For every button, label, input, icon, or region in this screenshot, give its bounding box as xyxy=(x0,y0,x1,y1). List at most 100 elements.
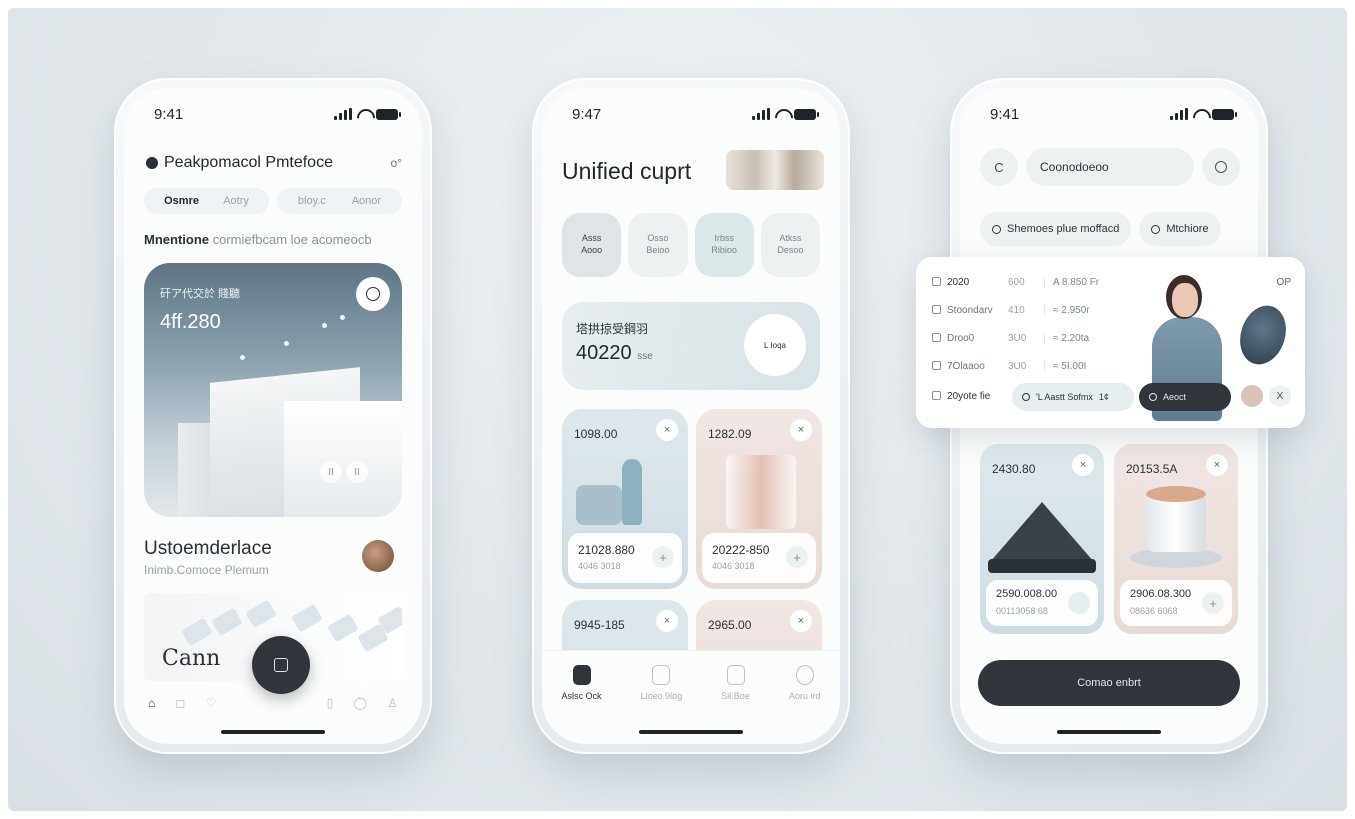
status-bar: 9:47 xyxy=(566,106,819,126)
header-image[interactable] xyxy=(726,150,824,190)
status-time: 9:41 xyxy=(154,106,184,123)
pause-icon[interactable]: II xyxy=(346,461,368,483)
heart-icon xyxy=(795,665,814,685)
card-value: 1282.09 xyxy=(708,427,752,441)
card-value: 1098.00 xyxy=(574,427,618,441)
overlay-corner-label: OP xyxy=(1276,277,1291,288)
gallery-tile xyxy=(327,613,359,643)
tab-osmre[interactable]: Osmre xyxy=(164,195,199,207)
home-icon[interactable]: ⌂ xyxy=(148,696,155,710)
search-icon xyxy=(1215,161,1227,173)
banner-label: 塔拱掠受鋼羽 xyxy=(576,322,649,336)
nav-item-profile[interactable]: Aoru ird xyxy=(788,665,821,744)
close-icon[interactable]: × xyxy=(1072,454,1094,476)
section-title: Ustoemderlace xyxy=(144,538,272,559)
pill-label: 'L Aastt Sofmx xyxy=(1036,392,1093,402)
status-bar: 9:41 xyxy=(148,106,401,126)
bookmark-icon xyxy=(726,665,745,685)
product-card[interactable]: 2430.80 × 2590.008.00 00113058 68 xyxy=(980,444,1104,634)
category-item[interactable]: Irbss Ribioo xyxy=(694,213,754,277)
add-icon[interactable]: + xyxy=(652,546,674,568)
hero-label: 矸ア代交於 賤聽 xyxy=(160,288,241,300)
chip-filter[interactable]: Shemoes plue moffacd xyxy=(980,212,1132,246)
chip-filter[interactable]: Mtchiore xyxy=(1139,212,1221,246)
card-price: 2590.008.00 xyxy=(996,588,1058,600)
card-footer: 2590.008.00 00113058 68 xyxy=(986,580,1098,626)
gallery-tile xyxy=(291,603,323,633)
close-icon[interactable]: × xyxy=(1206,454,1228,476)
fab-button[interactable] xyxy=(252,636,310,694)
tab-pair-2: bloy.c Aonor xyxy=(277,188,402,214)
back-button[interactable]: C xyxy=(980,148,1018,186)
nav-icon[interactable]: ♡ xyxy=(206,696,217,710)
tab-aotry[interactable]: Aotry xyxy=(223,195,249,207)
signal-icon xyxy=(1170,108,1188,120)
search-input[interactable]: Coonodoeoo xyxy=(1026,148,1194,186)
promo-banner[interactable]: 塔拱掠受鋼羽 40220 sse L Ioqa xyxy=(562,302,820,390)
close-icon[interactable]: × xyxy=(656,610,678,632)
pause-icon[interactable]: II xyxy=(320,461,342,483)
status-time: 9:47 xyxy=(572,106,602,123)
signal-icon xyxy=(334,108,352,120)
nav-label: Aoru ird xyxy=(788,691,821,701)
person-face xyxy=(1172,283,1198,317)
home-icon xyxy=(572,665,591,685)
nav-icon[interactable]: ◯ xyxy=(354,696,367,710)
banner-badge[interactable]: L Ioqa xyxy=(744,314,806,376)
gallery-tile xyxy=(211,607,243,637)
close-icon[interactable]: × xyxy=(790,419,812,441)
nav-icon[interactable]: ▯ xyxy=(327,696,334,710)
hero-card[interactable]: 矸ア代交於 賤聽 4ff.280 II II xyxy=(144,263,402,517)
primary-button[interactable]: Comao enbrt xyxy=(978,660,1240,706)
home-indicator xyxy=(639,730,743,734)
subtitle-rest: cormiefbcam loe acomeocb xyxy=(212,232,372,247)
signal-icon xyxy=(752,108,770,120)
hero-action-button[interactable] xyxy=(356,277,390,311)
thumbnail-icon[interactable] xyxy=(1241,385,1263,407)
product-card[interactable]: 1282.09 × 20222-850 4046 3018 + xyxy=(696,409,822,589)
product-shape xyxy=(622,459,642,525)
phone-2: 9:47 Unified cuprt Asss Aooo Osso Beioo Ir… xyxy=(532,78,850,754)
category-item[interactable]: Atkss Desoo xyxy=(760,213,820,277)
close-button[interactable]: X xyxy=(1269,385,1291,407)
chart-point xyxy=(284,341,289,346)
category-sub: Ribioo xyxy=(711,245,737,255)
overlay-row: 7Olaaoo 3U0 ≈ 5I.00I xyxy=(932,361,1132,372)
category-item[interactable]: Asss Aooo xyxy=(562,213,622,277)
avatar[interactable] xyxy=(362,540,394,572)
radio-icon xyxy=(1151,224,1161,234)
nav-item-home[interactable]: Aslsc Ock xyxy=(562,665,602,744)
product-shape xyxy=(988,559,1096,573)
product-card[interactable]: 1098.00 × 21028.880 4046 3018 + xyxy=(562,409,688,589)
tab-bloy[interactable]: bloy.c xyxy=(298,195,326,207)
overlay-pill-dark[interactable]: Aeoct xyxy=(1139,383,1231,411)
wifi-icon xyxy=(1193,109,1207,120)
add-icon[interactable]: + xyxy=(1202,592,1224,614)
banner-unit: sse xyxy=(637,351,653,362)
search-button[interactable] xyxy=(1202,148,1240,186)
user-icon[interactable] xyxy=(1068,592,1090,614)
card-meta: 08636 6068 xyxy=(1130,606,1178,616)
more-icon[interactable]: o° xyxy=(391,156,402,170)
card-value: 9945-185 xyxy=(574,618,625,632)
menu-icon xyxy=(1149,393,1157,401)
radio-icon xyxy=(1022,393,1030,401)
product-card[interactable]: 20153.5A × 2906.08.300 08636 6068 + xyxy=(1114,444,1238,634)
battery-icon xyxy=(1212,108,1237,120)
nav-label: Aslsc Ock xyxy=(561,691,602,701)
pill-count: 1¢ xyxy=(1098,392,1109,402)
nav-icon[interactable]: ◻ xyxy=(175,696,185,710)
filter-chips: Shemoes plue moffacd Mtchiore xyxy=(980,212,1240,246)
profile-icon[interactable]: ♙ xyxy=(387,696,398,710)
tab-pair-1: Osmre Aotry xyxy=(144,188,269,214)
status-bar: 9:41 xyxy=(984,106,1237,126)
tab-aonor[interactable]: Aonor xyxy=(352,195,381,207)
banner-value: 40220 sse xyxy=(576,342,653,365)
close-icon[interactable]: × xyxy=(790,610,812,632)
close-icon[interactable]: × xyxy=(656,419,678,441)
overlay-pill-light[interactable]: 'L Aastt Sofmx 1¢ xyxy=(1012,383,1134,411)
add-icon[interactable]: + xyxy=(786,546,808,568)
category-item[interactable]: Osso Beioo xyxy=(628,213,688,277)
phone-1: 9:41 Peakpomacol Pmtefoce o° Osmre Aotry … xyxy=(114,78,432,754)
circle-icon xyxy=(366,287,380,301)
